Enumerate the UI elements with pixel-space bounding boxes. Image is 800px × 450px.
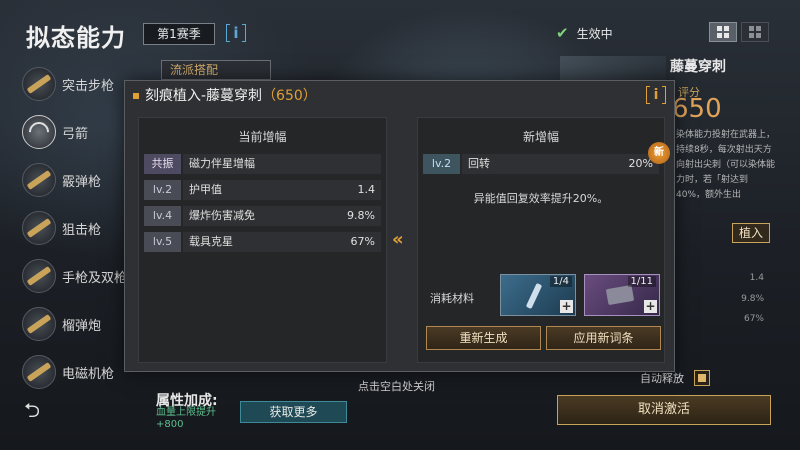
grid-icon <box>717 26 729 38</box>
attribute-value <box>321 154 381 174</box>
grenade-launcher-icon <box>22 307 56 341</box>
modal-score: （650） <box>262 88 317 104</box>
auto-release-label: 自动释放 <box>640 372 684 385</box>
season-selector[interactable]: 第1赛季 <box>143 23 215 45</box>
attribute-tag: lv.2 <box>423 154 460 174</box>
railgun-icon <box>22 355 56 389</box>
sidebar-item-label: 狙击枪 <box>62 222 102 238</box>
stat-value: 9.8% <box>741 294 764 304</box>
attribute-tag: lv.2 <box>144 180 181 200</box>
sidebar-item-grenade-launcher[interactable]: 榴弹炮 <box>22 300 132 348</box>
plus-icon[interactable]: + <box>560 300 573 313</box>
attribute-value: 9.8% <box>321 206 381 226</box>
attribute-row: lv.2 护甲值 1.4 <box>144 180 381 200</box>
material-slot[interactable]: 1/4 + <box>500 274 576 316</box>
sidebar-item-label: 弓箭 <box>62 126 89 142</box>
material-count: 1/4 <box>549 276 572 287</box>
inlay-button[interactable]: 植入 <box>732 223 770 243</box>
sidebar-item-label: 手枪及双枪 <box>62 270 128 286</box>
stat-value: 1.4 <box>749 273 764 283</box>
sidebar-item-label: 电磁机枪 <box>62 366 115 382</box>
cancel-activation-button[interactable]: 取消激活 <box>557 395 771 425</box>
consume-material-label: 消耗材料 <box>430 292 474 305</box>
sniper-icon <box>22 211 56 245</box>
close-hint[interactable]: 点击空白处关闭 <box>358 378 435 394</box>
sidebar-item-bow[interactable]: 弓箭 <box>22 108 132 156</box>
grid-view-button[interactable] <box>709 22 737 42</box>
regenerate-button[interactable]: 重新生成 <box>426 326 541 350</box>
attribute-name: 磁力伴星增幅 <box>183 154 321 174</box>
attribute-name: 爆炸伤害减免 <box>183 206 321 226</box>
check-icon: ✔ <box>556 24 569 42</box>
sidebar-item-shotgun[interactable]: 霰弹枪 <box>22 156 132 204</box>
sidebar-item-sniper[interactable]: 狙击枪 <box>22 204 132 252</box>
plus-icon[interactable]: + <box>644 300 657 313</box>
new-boost-heading: 新增幅 <box>522 130 559 144</box>
ability-title: 藤蔓穿刺 <box>670 59 726 75</box>
sidebar-item-assault-rifle[interactable]: 突击步枪 <box>22 60 132 108</box>
attribute-row: lv.5 载具克星 67% <box>144 232 381 252</box>
sidebar-item-label: 霰弹枪 <box>62 174 102 190</box>
attribute-value: 1.4 <box>321 180 381 200</box>
current-boost-heading: 当前增幅 <box>238 130 287 144</box>
current-boost-panel: 当前增幅 共振 磁力伴星增幅 lv.2 护甲值 1.4 lv.4 爆炸伤害减免 … <box>138 117 387 363</box>
title-marker-icon <box>133 93 139 99</box>
material-icon <box>525 282 543 310</box>
material-icon <box>605 284 635 306</box>
grid-icon <box>749 26 761 38</box>
attribute-value: 67% <box>321 232 381 252</box>
auto-release-checkbox[interactable] <box>694 370 710 386</box>
attribute-bonus-desc: 血量上限提升 +800 <box>156 407 216 430</box>
weapon-sidebar: 突击步枪 弓箭 霰弹枪 狙击枪 手枪及双枪 榴弹炮 电磁机枪 <box>22 60 132 396</box>
attribute-name: 载具克星 <box>183 232 321 252</box>
back-icon[interactable]: ⮌ <box>24 396 48 422</box>
transfer-arrow-icon: « <box>392 229 403 250</box>
sidebar-item-label: 突击步枪 <box>62 78 115 94</box>
attribute-name: 回转 <box>462 154 599 174</box>
bow-icon <box>22 115 56 149</box>
new-badge: 新 <box>648 142 670 164</box>
page-title: 拟态能力 <box>26 24 126 52</box>
status-label: 生效中 <box>576 26 613 41</box>
attribute-tag: 共振 <box>144 154 181 174</box>
sidebar-item-label: 榴弹炮 <box>62 318 102 334</box>
get-more-button[interactable]: 获取更多 <box>240 401 347 423</box>
apply-new-entry-button[interactable]: 应用新词条 <box>546 326 661 350</box>
attribute-tag: lv.5 <box>144 232 181 252</box>
shotgun-icon <box>22 163 56 197</box>
material-count: 1/11 <box>627 276 656 287</box>
stat-value: 67% <box>743 314 764 324</box>
modal-title: 刻痕植入-藤蔓穿刺（650） <box>133 85 317 105</box>
effect-description: 异能值回复效率提升20%。 <box>473 192 609 205</box>
inlay-modal: 刻痕植入-藤蔓穿刺（650） i 当前增幅 共振 磁力伴星增幅 lv.2 护甲值… <box>124 80 675 372</box>
style-match-button[interactable]: 流派搭配 <box>161 60 271 80</box>
attribute-row: 共振 磁力伴星增幅 <box>144 154 381 174</box>
attribute-tag: lv.4 <box>144 206 181 226</box>
attribute-name: 护甲值 <box>183 180 321 200</box>
sidebar-item-railgun[interactable]: 电磁机枪 <box>22 348 132 396</box>
sidebar-item-pistol[interactable]: 手枪及双枪 <box>22 252 132 300</box>
modal-info-button[interactable]: i <box>646 85 666 105</box>
info-button[interactable]: i <box>225 22 247 44</box>
modal-title-text: 刻痕植入-藤蔓穿刺 <box>145 88 263 104</box>
material-slot[interactable]: 1/11 + <box>584 274 660 316</box>
active-status: ✔ 生效中 <box>556 24 613 42</box>
score-value: 650 <box>672 94 722 124</box>
rifle-icon <box>22 67 56 101</box>
attribute-row: lv.4 爆炸伤害减免 9.8% <box>144 206 381 226</box>
alt-view-button[interactable] <box>741 22 769 42</box>
pistol-icon <box>22 259 56 293</box>
ability-description: 染体能力投射在武器上，持续8秒，每次射出天方向射出尖刺（可以染体能力时，若「射达… <box>676 130 776 200</box>
new-boost-panel: 新增幅 新 lv.2 回转 20% 异能值回复效率提升20%。 消耗材料 1/4… <box>417 117 670 363</box>
attribute-row: lv.2 回转 20% <box>423 154 659 174</box>
auto-release-toggle[interactable]: 自动释放 <box>640 370 710 386</box>
